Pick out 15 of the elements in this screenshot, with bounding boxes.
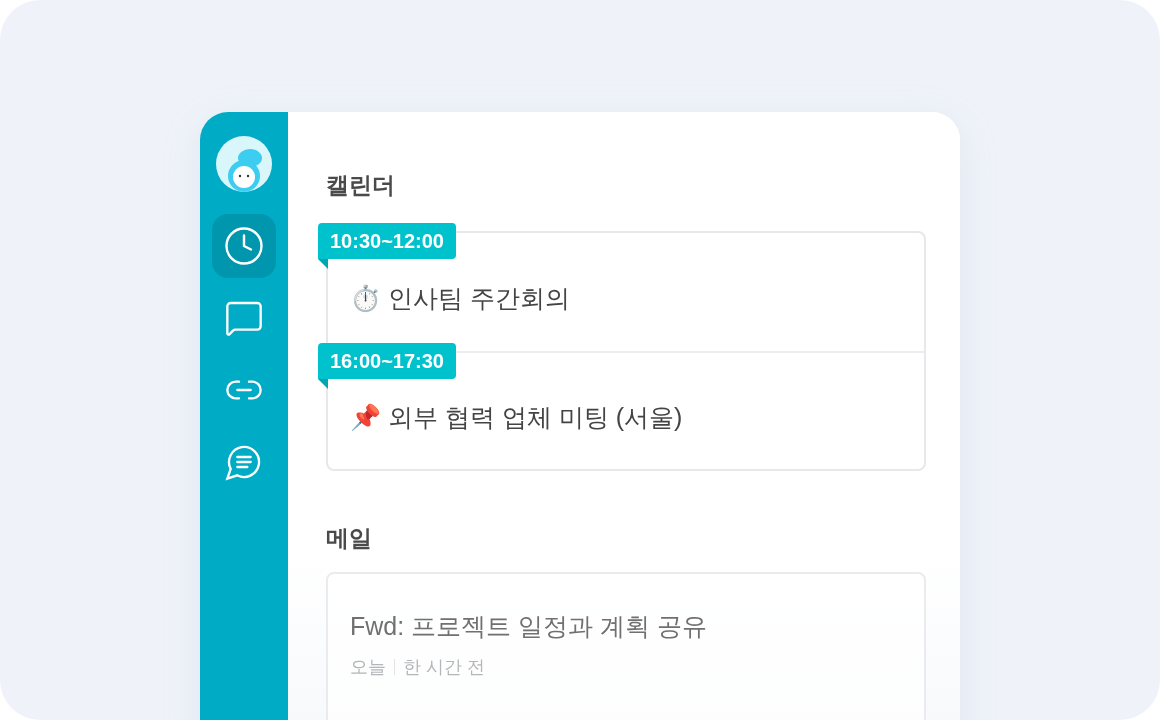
section-title: 메일: [326, 527, 373, 550]
tag-tail-icon: [318, 379, 328, 389]
time-tag: 16:00~17:30: [318, 343, 456, 379]
event-title: 📌 외부 협력 업체 미팅 (서울): [350, 402, 683, 434]
time-tag: 10:30~12:00: [318, 223, 456, 259]
mail-subject: Fwd: 프로젝트 일정과 계획 공유: [350, 611, 708, 642]
tag-tail-icon: [318, 259, 328, 269]
mail-date: 오늘: [350, 655, 386, 679]
mail-time-ago: 한 시간 전: [403, 655, 485, 679]
clock-icon: [223, 225, 265, 267]
nav-item[interactable]: [212, 214, 276, 278]
mail-item[interactable]: Fwd: 프로젝트 일정과 계획 공유 오늘 한 시간 전: [350, 608, 902, 681]
event-title: ⏱ 인사팀 주간회의: [350, 283, 570, 315]
section-title: 캘린더: [326, 174, 396, 197]
avatar[interactable]: [216, 136, 272, 192]
